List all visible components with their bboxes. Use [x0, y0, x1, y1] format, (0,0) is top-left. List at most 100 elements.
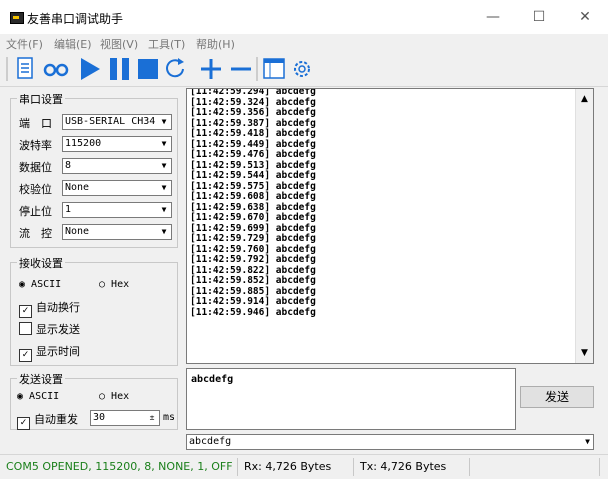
play-icon[interactable]: [78, 55, 102, 83]
check-icon: ✓: [19, 349, 32, 362]
log-line: [11:42:59.914] abcdefg: [190, 296, 316, 307]
send-hex-radio[interactable]: ○ Hex: [99, 391, 129, 402]
pause-icon[interactable]: [108, 55, 132, 83]
menu-help[interactable]: 帮助(H): [196, 36, 235, 52]
send-history-value: abcdefg: [189, 436, 232, 447]
gear-icon[interactable]: [290, 55, 314, 83]
show-send-checkbox[interactable]: 显示发送: [19, 321, 80, 337]
chevron-down-icon: ▼: [585, 437, 590, 446]
chevron-down-icon: ▼: [161, 227, 167, 236]
receive-hex-radio[interactable]: ○ Hex: [99, 279, 129, 290]
menu-file[interactable]: 文件(F): [6, 36, 43, 52]
auto-newline-label: 自动换行: [36, 301, 80, 314]
receive-ascii-label: ASCII: [31, 279, 62, 290]
port-select[interactable]: USB-SERIAL CH34 ▼: [62, 114, 172, 130]
resend-interval-value: 30: [93, 412, 106, 423]
send-text-value: abcdefg: [191, 374, 234, 385]
chevron-down-icon: ▼: [161, 139, 167, 148]
add-icon[interactable]: [198, 55, 224, 83]
log-line: [11:42:59.946] abcdefg: [190, 306, 316, 318]
baud-label: 波特率: [19, 139, 52, 152]
toolbar-grip: [6, 57, 8, 81]
receive-log-area[interactable]: [11:42:59.294] abcdefg [11:42:59.324] abc…: [186, 88, 594, 364]
flow-label: 流 控: [19, 227, 52, 240]
window-icon[interactable]: [262, 55, 286, 83]
check-icon: ✓: [17, 417, 30, 430]
minimize-button[interactable]: —: [470, 0, 516, 34]
interval-unit: ms: [163, 412, 176, 423]
auto-resend-checkbox[interactable]: ✓ 自动重发: [17, 411, 78, 430]
scroll-up-icon[interactable]: ▲: [577, 91, 592, 107]
app-icon: [10, 12, 24, 24]
log-line: [11:42:59.418] abcdefg: [190, 128, 316, 139]
databits-select[interactable]: 8 ▼: [62, 158, 172, 174]
status-extra: [472, 458, 600, 476]
receive-settings-title: 接收设置: [17, 255, 65, 271]
chevron-down-icon: ▼: [161, 205, 167, 214]
databits-label: 数据位: [19, 161, 52, 174]
scroll-down-icon[interactable]: ▼: [577, 345, 592, 361]
receive-scrollbar[interactable]: ▲ ▼: [575, 89, 593, 363]
parity-value: None: [65, 182, 90, 193]
menu-view[interactable]: 视图(V): [100, 36, 138, 52]
app-window: 友善串口调试助手 — ☐ ✕ 文件(F) 编辑(E) 视图(V) 工具(T) 帮…: [0, 0, 608, 479]
check-icon: ✓: [19, 305, 32, 318]
receive-log-lines: [11:42:59.294] abcdefg [11:42:59.324] abc…: [190, 89, 316, 318]
send-ascii-radio[interactable]: ◉ ASCII: [17, 391, 59, 402]
menu-bar: 文件(F) 编辑(E) 视图(V) 工具(T) 帮助(H): [0, 34, 608, 52]
checkbox-empty-icon: [19, 322, 32, 335]
log-line: [11:42:59.729] abcdefg: [190, 233, 316, 244]
show-time-checkbox[interactable]: ✓ 显示时间: [19, 343, 80, 362]
port-label: 端 口: [19, 117, 52, 130]
menu-tools[interactable]: 工具(T): [148, 36, 185, 52]
parity-select[interactable]: None ▼: [62, 180, 172, 196]
menu-edit[interactable]: 编辑(E): [54, 36, 92, 52]
receive-hex-label: Hex: [111, 279, 130, 290]
close-button[interactable]: ✕: [562, 0, 608, 34]
stopbits-value: 1: [65, 204, 72, 215]
stop-icon[interactable]: [136, 55, 160, 83]
send-hex-label: Hex: [111, 391, 130, 402]
send-settings-title: 发送设置: [17, 371, 65, 387]
maximize-button[interactable]: ☐: [516, 0, 562, 34]
baud-value: 115200: [65, 138, 102, 149]
refresh-icon[interactable]: [164, 55, 188, 83]
stopbits-select[interactable]: 1 ▼: [62, 202, 172, 218]
auto-newline-checkbox[interactable]: ✓ 自动换行: [19, 299, 80, 318]
parity-label: 校验位: [19, 183, 52, 196]
window-title: 友善串口调试助手: [27, 12, 124, 26]
serial-settings-group: 串口设置 端 口 USB-SERIAL CH34 ▼ 波特率 115200 ▼ 数据…: [10, 91, 178, 248]
send-settings-group: 发送设置 ◉ ASCII ○ Hex ✓ 自动重发 30 ± ms: [10, 371, 178, 430]
log-line: [11:42:59.544] abcdefg: [190, 170, 316, 181]
databits-value: 8: [65, 160, 72, 171]
flow-select[interactable]: None ▼: [62, 224, 172, 240]
send-history-select[interactable]: abcdefg ▼: [186, 434, 594, 450]
log-line: [11:42:59.670] abcdefg: [190, 212, 316, 223]
log-line: [11:42:59.608] abcdefg: [190, 191, 316, 202]
send-button[interactable]: 发送: [520, 386, 594, 408]
resend-interval-stepper[interactable]: 30 ±: [90, 410, 160, 426]
log-line: [11:42:59.792] abcdefg: [190, 254, 316, 265]
show-send-label: 显示发送: [36, 323, 80, 336]
send-text-area[interactable]: abcdefg: [186, 368, 516, 430]
loop-icon[interactable]: [42, 55, 70, 83]
document-icon[interactable]: [14, 55, 36, 83]
tx-count: Tx: 4,726 Bytes: [356, 458, 470, 476]
spin-arrows-icon[interactable]: ±: [146, 412, 158, 424]
baud-select[interactable]: 115200 ▼: [62, 136, 172, 152]
show-time-label: 显示时间: [36, 345, 80, 358]
stopbits-label: 停止位: [19, 205, 52, 218]
title-bar: 友善串口调试助手 — ☐ ✕: [0, 0, 608, 34]
port-status: COM5 OPENED, 115200, 8, NONE, 1, OFF: [2, 458, 238, 476]
remove-icon[interactable]: [228, 55, 254, 83]
toolbar: [0, 52, 608, 87]
chevron-down-icon: ▼: [161, 183, 167, 192]
toolbar-separator: [256, 57, 258, 81]
chevron-down-icon: ▼: [161, 161, 167, 170]
receive-ascii-radio[interactable]: ◉ ASCII: [19, 279, 61, 290]
chevron-down-icon: ▼: [161, 117, 167, 126]
log-line: [11:42:59.476] abcdefg: [190, 149, 316, 160]
flow-value: None: [65, 226, 90, 237]
rx-count: Rx: 4,726 Bytes: [240, 458, 354, 476]
log-line: [11:42:59.356] abcdefg: [190, 107, 316, 118]
